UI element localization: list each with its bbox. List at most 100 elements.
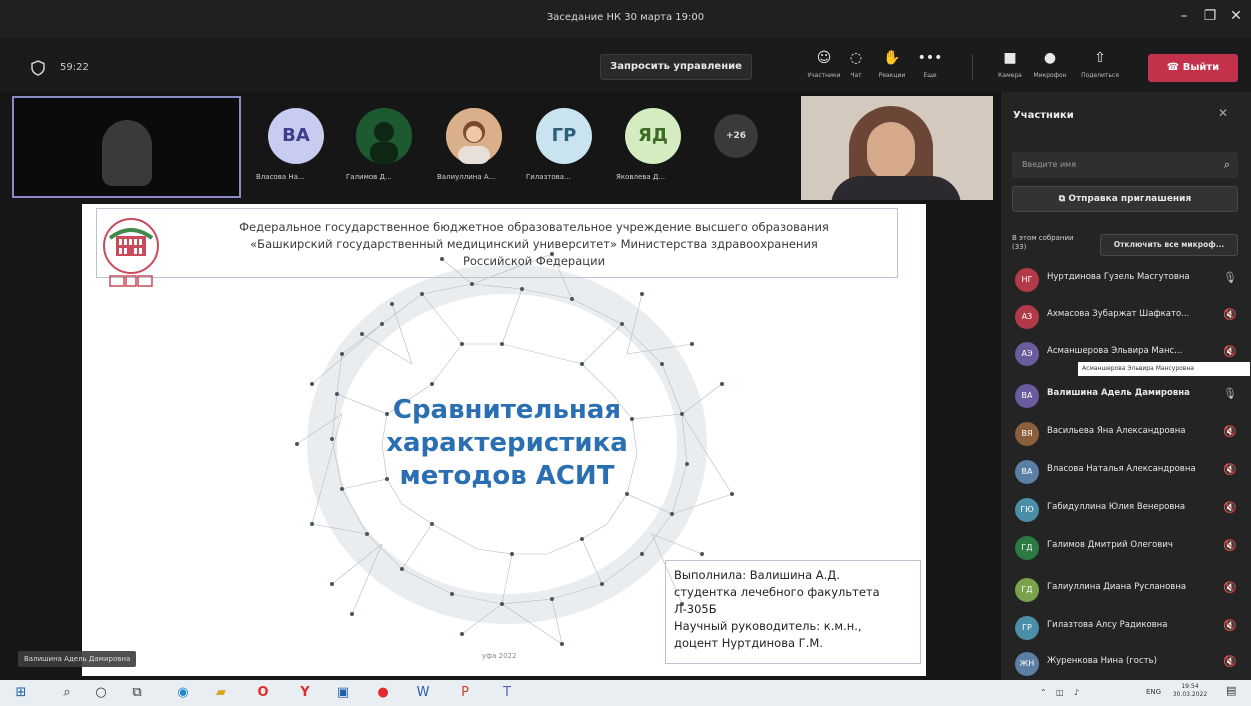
edge-icon[interactable]: ◉ (174, 684, 192, 702)
chat-icon: ◌ (849, 50, 863, 66)
camera-button[interactable]: ■ Камера (990, 48, 1030, 90)
slide-header-line: Российской Федерации (462, 254, 606, 268)
avatar: ЖН (1015, 652, 1039, 676)
clock[interactable]: 19:54 30.03.2022 (1170, 683, 1210, 699)
in-meeting-section-header[interactable]: В этом собрании (33) (1012, 234, 1074, 252)
opera-icon[interactable]: O (254, 684, 272, 702)
request-control-button[interactable]: Запросить управление (600, 54, 752, 80)
gallery-avatar-photo[interactable] (446, 108, 502, 164)
volume-icon[interactable]: ♪ (1074, 688, 1079, 697)
camera-icon: ■ (1003, 50, 1017, 66)
close-icon[interactable]: ✕ (1224, 8, 1248, 24)
teams-icon[interactable]: T (498, 684, 516, 702)
participant-row[interactable]: ГР Гилазтова Алсу Радиковна 🔇 (1013, 614, 1241, 642)
participant-row[interactable]: ВА Власова Наталья Александровна 🔇 (1013, 458, 1241, 486)
self-video-tile[interactable] (12, 96, 241, 198)
mic-off-icon: 🔇 (1223, 655, 1237, 668)
opera-gx-icon[interactable]: ● (374, 684, 392, 702)
university-logo (103, 218, 159, 287)
gallery-avatar-label: Яковлева Д... (616, 173, 666, 181)
participant-row[interactable]: ЖН Журенкова Нина (гость) 🔇 (1013, 650, 1241, 678)
mic-off-icon: 🔇 (1223, 619, 1237, 632)
yandex-icon[interactable]: Y (296, 684, 314, 702)
gallery-avatar[interactable]: ВА (268, 108, 324, 164)
store-icon[interactable]: ▣ (334, 684, 352, 702)
avatar: ВА (1015, 460, 1039, 484)
participant-row[interactable]: ГЮ Габидуллина Юлия Венеровна 🔇 (1013, 496, 1241, 524)
participant-row[interactable]: ГД Галиуллина Диана Руслановна 🔇 (1013, 576, 1241, 604)
close-icon[interactable]: ✕ (1218, 106, 1228, 120)
minimize-icon[interactable]: – (1172, 8, 1196, 24)
word-icon[interactable]: W (414, 684, 432, 702)
participant-row[interactable]: АЗ Ахмасова Зубаржат Шафкато... 🔇 (1013, 303, 1241, 331)
cortana-icon[interactable]: ○ (92, 684, 110, 702)
gallery-avatar-label: Гилазтова... (526, 173, 571, 181)
participant-search-input[interactable]: Введите имя ⌕ (1012, 152, 1238, 178)
participant-video (102, 120, 152, 186)
share-button[interactable]: ⇧ Поделиться (1080, 48, 1120, 90)
person-photo-icon (356, 108, 412, 164)
language-indicator[interactable]: ENG (1146, 688, 1161, 696)
title-bar: Заседание НК 30 марта 19:00 (0, 0, 1251, 38)
shield-icon (31, 60, 45, 76)
person-photo-icon (446, 108, 502, 164)
microphone-icon: ● (1043, 50, 1057, 66)
reactions-button[interactable]: ✋ Реакции (872, 48, 912, 90)
microphone-button[interactable]: ● Микрофон (1030, 48, 1070, 90)
network-icon[interactable]: ◫ (1056, 688, 1064, 697)
window-title: Заседание НК 30 марта 19:00 (546, 12, 705, 23)
more-button[interactable]: ••• Еще (910, 48, 950, 90)
mic-off-icon: 🔇 (1223, 501, 1237, 514)
copy-link-icon: ⧉ (1058, 194, 1069, 204)
send-invite-button[interactable]: ⧉ Отправка приглашения (1012, 186, 1238, 212)
chat-button[interactable]: ◌ Чат (836, 48, 876, 90)
gallery-avatar-photo[interactable] (356, 108, 412, 164)
participant-row[interactable]: ВА Валишина Адель Дамировна 🎙 (1013, 382, 1241, 410)
mic-off-icon: 🔇 (1223, 581, 1237, 594)
search-icon[interactable]: ⌕ (1224, 158, 1230, 172)
slide-footer: уфа 2022 (482, 652, 517, 660)
shared-slide: Федеральное государственное бюджетное об… (82, 204, 926, 676)
windows-start-icon[interactable]: ⊞ (12, 684, 30, 702)
avatar: АЭ (1015, 342, 1039, 366)
mic-off-icon: 🔇 (1223, 345, 1237, 358)
gallery-avatar[interactable]: ГР (536, 108, 592, 164)
avatar: ВЯ (1015, 422, 1039, 446)
avatar: ВА (1015, 384, 1039, 408)
leave-button[interactable]: ☎ Выйти (1148, 54, 1238, 82)
task-view-icon[interactable]: ⧉ (128, 684, 146, 702)
slide-author-box: Выполнила: Валишина А.Д. студентка лечеб… (665, 560, 921, 664)
file-explorer-icon[interactable]: ▰ (212, 684, 230, 702)
slide-header-line: «Башкирский государственный медицинский … (250, 237, 818, 251)
avatar: НГ (1015, 268, 1039, 292)
gallery-avatar-label: Галимов Д... (346, 173, 392, 181)
participant-name-tooltip: Асманшерова Эльвира Мансуровна (1078, 362, 1250, 376)
mic-off-icon: 🔇 (1223, 425, 1237, 438)
tray-chevron-icon[interactable]: ⌃ (1040, 688, 1047, 697)
search-icon[interactable]: ⌕ (58, 684, 76, 702)
notifications-icon[interactable]: ▤ (1226, 684, 1236, 697)
more-icon: ••• (917, 50, 943, 66)
slide-header-line: Федеральное государственное бюджетное об… (239, 220, 829, 234)
avatar: АЗ (1015, 305, 1039, 329)
participant-row[interactable]: НГ Нуртдинова Гузель Масгутовна 🎙 (1013, 266, 1241, 294)
gallery-avatar[interactable]: ЯД (625, 108, 681, 164)
toolbar-divider (972, 54, 973, 80)
self-name-tag: Валишина Адель Дамировна (18, 651, 137, 667)
more-participants-badge[interactable]: +26 (714, 114, 758, 158)
avatar: ГД (1015, 536, 1039, 560)
maximize-icon[interactable]: ❐ (1198, 8, 1222, 24)
mute-all-button[interactable]: Отключить все микроф... (1100, 234, 1238, 256)
phone-icon: ☎ (1166, 62, 1183, 73)
presenter-video-tile[interactable] (801, 96, 993, 200)
gallery-avatar-label: Валиуллина А... (437, 173, 496, 181)
participant-row[interactable]: ГД Галимов Дмитрий Олегович 🔇 (1013, 534, 1241, 562)
participant-row[interactable]: ВЯ Васильева Яна Александровна 🔇 (1013, 420, 1241, 448)
powerpoint-icon[interactable]: P (456, 684, 474, 702)
avatar: ГЮ (1015, 498, 1039, 522)
gallery-avatar-label: Власова На... (256, 173, 305, 181)
avatar: ГД (1015, 578, 1039, 602)
mic-off-icon: 🔇 (1223, 308, 1237, 321)
mic-on-icon: 🎙 (1223, 387, 1237, 400)
avatar: ГР (1015, 616, 1039, 640)
